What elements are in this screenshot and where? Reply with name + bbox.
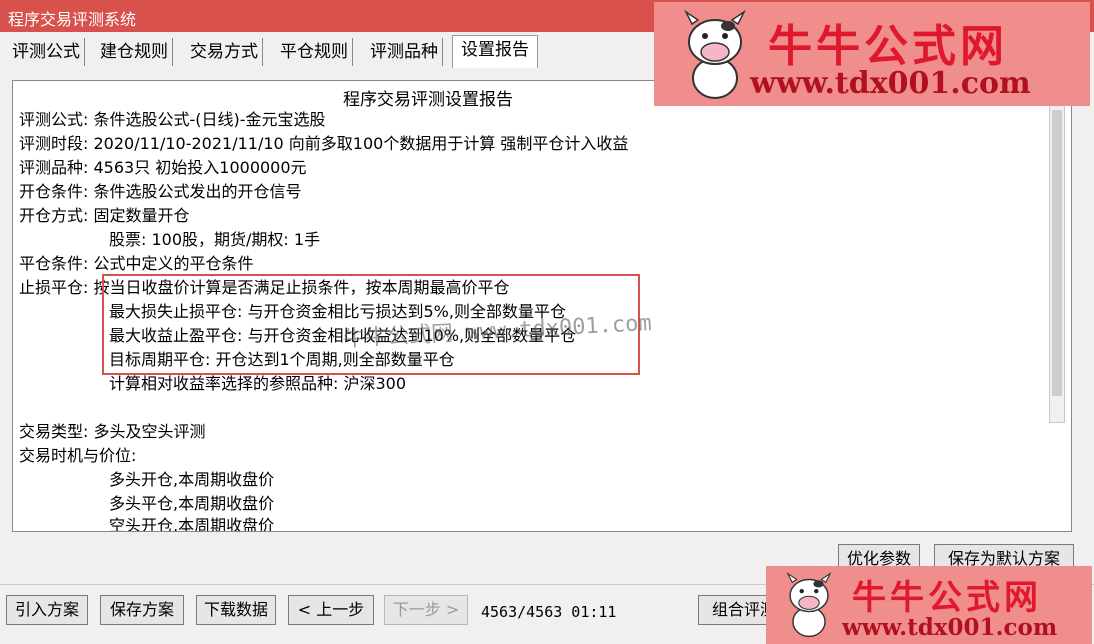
tab-close-rules[interactable]: 平仓规则 bbox=[276, 38, 353, 66]
report-line: 评测时段: 2020/11/10-2021/11/10 向前多取100个数据用于… bbox=[19, 134, 629, 153]
brand-logo: 牛牛公式网 www.tdx001.com bbox=[654, 2, 1090, 106]
logo-brand-text: 牛牛公式网 bbox=[768, 21, 1008, 72]
download-data-button[interactable]: 下载数据 bbox=[196, 595, 276, 625]
logo-url-text: www.tdx001.com bbox=[750, 66, 1031, 101]
next-step-button[interactable]: 下一步 > bbox=[384, 595, 468, 625]
report-line: 多头平仓,本周期收盘价 bbox=[109, 494, 275, 513]
window-title: 程序交易评测系统 bbox=[8, 10, 137, 29]
report-line: 评测公式: 条件选股公式-(日线)-金元宝选股 bbox=[19, 110, 326, 129]
report-panel[interactable]: 程序交易评测设置报告 评测公式: 条件选股公式-(日线)-金元宝选股 评测时段:… bbox=[12, 80, 1072, 532]
tab-open-rules[interactable]: 建仓规则 bbox=[96, 38, 173, 66]
cow-mascot-icon bbox=[684, 9, 746, 99]
save-plan-button[interactable]: 保存方案 bbox=[100, 595, 184, 625]
brand-logo-footer: 牛牛公式网 www.tdx001.com bbox=[766, 566, 1092, 644]
report-line: 股票: 100股，期货/期权: 1手 bbox=[109, 230, 321, 249]
progress-status: 4563/4563 01:11 bbox=[481, 603, 617, 621]
prev-step-button[interactable]: < 上一步 bbox=[288, 595, 374, 625]
tab-settings-report[interactable]: 设置报告 bbox=[452, 35, 538, 68]
report-line: 空头开仓,本周期收盘价 bbox=[109, 516, 275, 532]
tab-formula[interactable]: 评测公式 bbox=[8, 38, 85, 66]
report-line: 开仓条件: 条件选股公式发出的开仓信号 bbox=[19, 182, 302, 201]
vertical-scrollbar[interactable] bbox=[1049, 105, 1065, 423]
cow-mascot-icon bbox=[786, 572, 832, 638]
report-line: 评测品种: 4563只 初始投入1000000元 bbox=[19, 158, 307, 177]
logo-brand-text: 牛牛公式网 bbox=[852, 578, 1042, 618]
report-line: 计算相对收益率选择的参照品种: 沪深300 bbox=[109, 374, 407, 393]
report-line: 多头开仓,本周期收盘价 bbox=[109, 470, 275, 489]
tab-trade-mode[interactable]: 交易方式 bbox=[186, 38, 263, 66]
report-line: 交易类型: 多头及空头评测 bbox=[19, 422, 206, 441]
report-line: 平仓条件: 公式中定义的平仓条件 bbox=[19, 254, 254, 273]
report-line: 开仓方式: 固定数量开仓 bbox=[19, 206, 190, 225]
report-line: 交易时机与价位: bbox=[19, 446, 137, 465]
logo-url-text: www.tdx001.com bbox=[842, 614, 1058, 641]
tab-instruments[interactable]: 评测品种 bbox=[366, 38, 443, 66]
scroll-thumb[interactable] bbox=[1052, 110, 1062, 396]
import-plan-button[interactable]: 引入方案 bbox=[6, 595, 88, 625]
